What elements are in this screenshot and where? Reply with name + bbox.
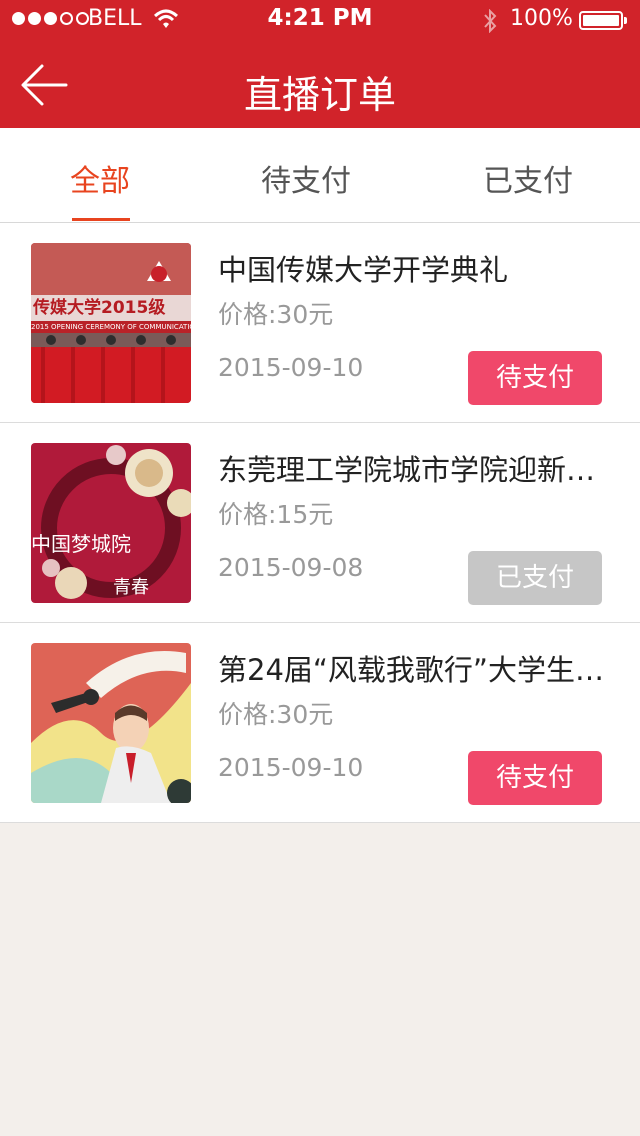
order-date: 2015-09-10	[218, 353, 364, 382]
order-date: 2015-09-10	[218, 753, 364, 782]
tab-active-indicator	[72, 218, 130, 221]
pay-status-button[interactable]: 已支付	[468, 551, 602, 605]
order-row[interactable]: 传媒大学2015级 2015 OPENING CEREMONY OF COMMU…	[0, 223, 640, 423]
order-title: 第24届“风载我歌行”大学生校园歌手大赛	[218, 653, 608, 687]
battery-icon	[579, 11, 627, 30]
bluetooth-icon	[484, 9, 497, 33]
thumb-slogan-text: 中国梦城院	[31, 532, 131, 556]
order-price: 价格:30元	[218, 300, 334, 329]
order-row[interactable]: 中国梦城院 青春 东莞理工学院城市学院迎新晚会 价格:15元 2015-09-0…	[0, 423, 640, 623]
order-date: 2015-09-08	[218, 553, 364, 582]
header-bar: BELL 4:21 PM 100% 直播订单	[0, 0, 640, 128]
tab-bar: 全部 待支付 已支付	[0, 128, 640, 223]
battery-percent: 100%	[510, 6, 573, 31]
tab-paid[interactable]: 已支付	[483, 156, 573, 200]
tab-all[interactable]: 全部	[70, 156, 130, 200]
tab-unpaid[interactable]: 待支付	[261, 156, 351, 200]
thumb-slogan-text-2: 青春	[113, 577, 149, 598]
order-list: 传媒大学2015级 2015 OPENING CEREMONY OF COMMU…	[0, 223, 640, 823]
order-thumbnail: 中国梦城院 青春	[31, 443, 191, 603]
order-title: 中国传媒大学开学典礼	[218, 253, 509, 287]
status-bar: BELL 4:21 PM 100%	[0, 0, 640, 40]
page-title: 直播订单	[243, 73, 396, 117]
order-price: 价格:15元	[218, 500, 334, 529]
order-row[interactable]: 第24届“风载我歌行”大学生校园歌手大赛 价格:30元 2015-09-10 待…	[0, 623, 640, 823]
pay-status-button[interactable]: 待支付	[468, 351, 602, 405]
thumb-banner-text: 传媒大学2015级	[32, 297, 165, 318]
order-thumbnail: 传媒大学2015级 2015 OPENING CEREMONY OF COMMU…	[31, 243, 191, 403]
order-price: 价格:30元	[218, 700, 334, 729]
pay-status-button[interactable]: 待支付	[468, 751, 602, 805]
thumb-banner-subtext: 2015 OPENING CEREMONY OF COMMUNICATION	[31, 323, 191, 331]
order-title: 东莞理工学院城市学院迎新晚会	[218, 453, 608, 487]
order-thumbnail	[31, 643, 191, 803]
